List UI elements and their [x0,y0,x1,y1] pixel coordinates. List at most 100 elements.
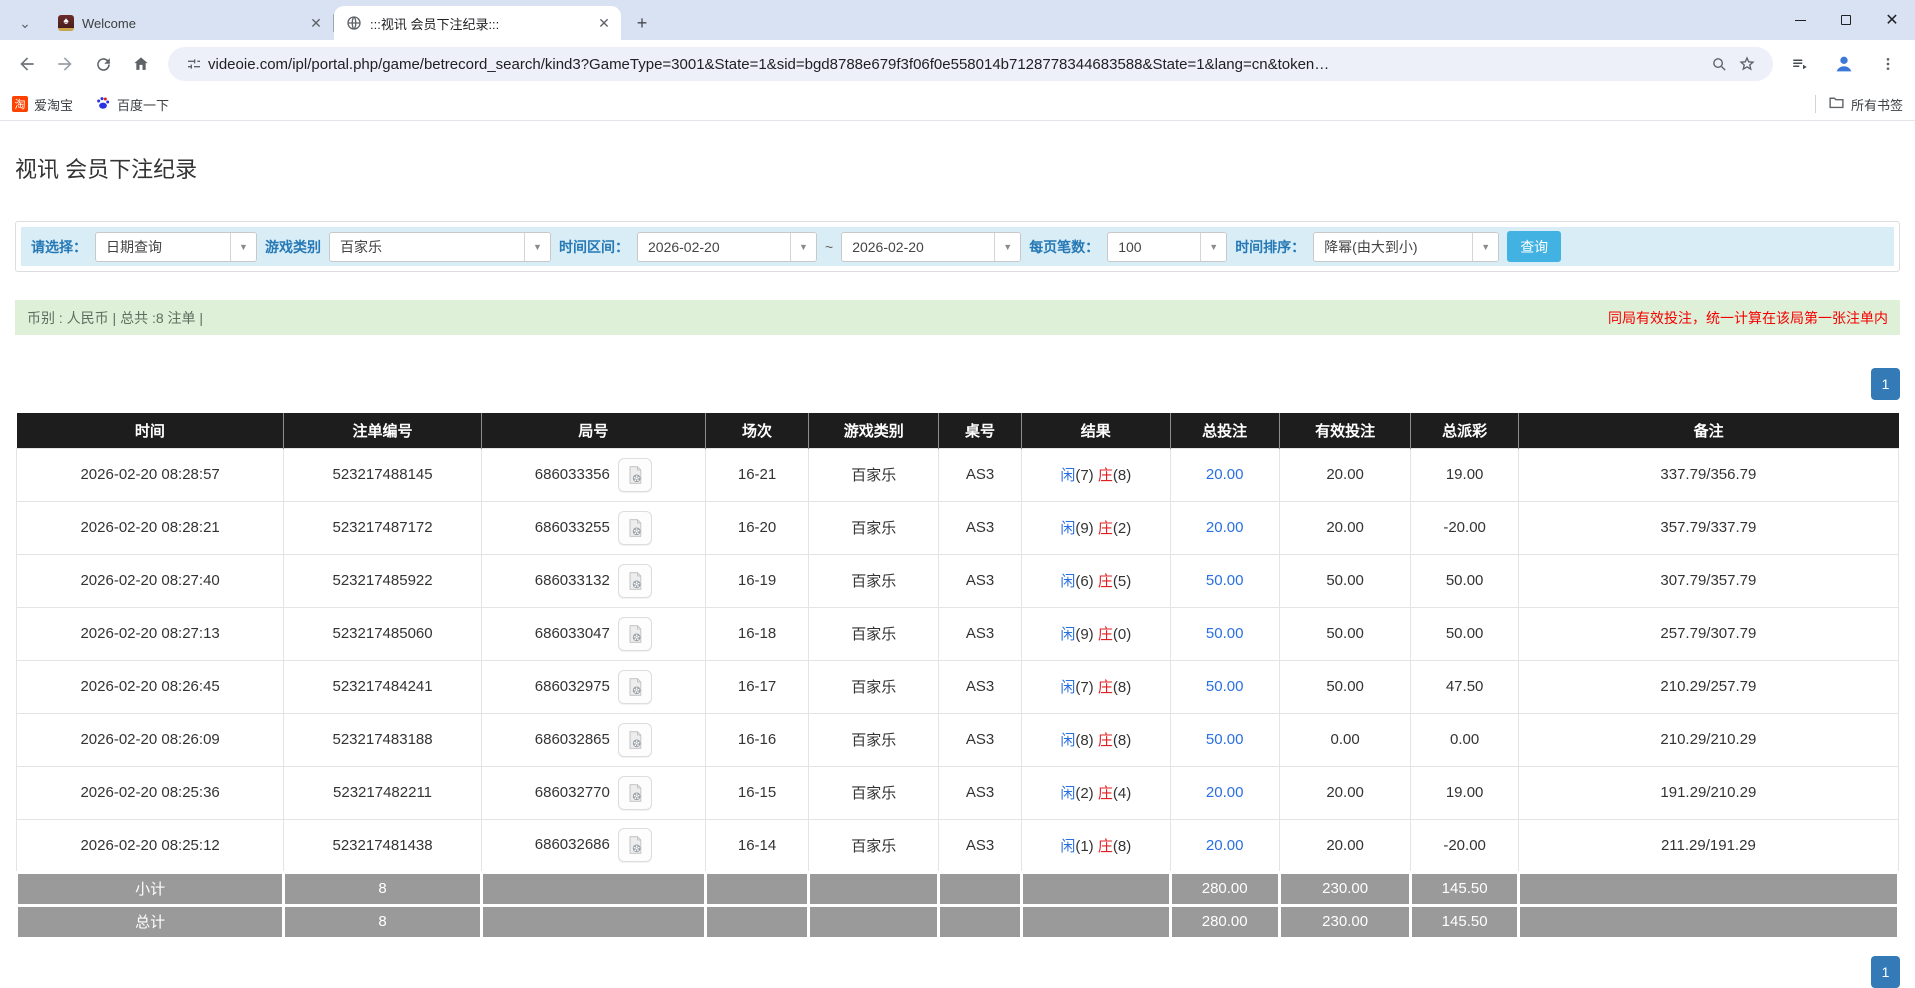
cell-note: 257.79/307.79 [1517,606,1900,661]
tab-betrecord[interactable]: :::视讯 会员下注纪录::: ✕ [334,6,621,40]
video-replay-icon[interactable] [617,510,652,545]
cell-bet-id: 523217482211 [283,765,482,820]
total-bet-link[interactable]: 20.00 [1206,466,1244,483]
close-tab-icon[interactable]: ✕ [595,14,613,32]
close-window-button[interactable]: ✕ [1869,0,1915,40]
round-id-text: 686033255 [534,518,610,536]
cell-time: 2026-02-20 08:27:40 [15,553,285,608]
cell-result: 闲(9) 庄(2) [1020,500,1171,555]
cell-valid-bet: 20.00 [1278,765,1412,820]
cell-valid-bet: 50.00 [1278,606,1412,661]
per-page-select[interactable]: 100 ▼ [1107,231,1228,262]
video-replay-icon[interactable] [617,616,652,651]
total-bet-link[interactable]: 50.00 [1206,678,1244,695]
total-bet-link[interactable]: 50.00 [1206,731,1244,748]
total-bet-link[interactable]: 20.00 [1206,784,1244,801]
column-header: 总投注 [1170,413,1280,448]
tab-title: :::视讯 会员下注纪录::: [370,16,500,32]
menu-kebab-icon[interactable] [1869,45,1907,83]
video-replay-icon[interactable] [617,775,652,810]
page-1-button[interactable]: 1 [1871,955,1900,988]
video-replay-icon[interactable] [617,457,652,492]
date-from-select[interactable]: 2026-02-20 ▼ [637,231,817,262]
table-row: 2026-02-20 08:26:09 523217483188 686032865… [15,712,1900,767]
video-replay-icon[interactable] [617,722,652,757]
cell-valid-bet: 50.00 [1278,659,1412,714]
cell-time: 2026-02-20 08:28:21 [15,500,285,555]
baidu-paw-icon [95,95,111,114]
total-empty [937,870,1023,907]
per-page-label: 每页笔数： [1029,238,1100,255]
sort-select[interactable]: 降幂(由大到小) ▼ [1313,231,1500,262]
refresh-icon[interactable] [84,45,122,83]
cell-session: 16-14 [704,818,810,873]
cell-note: 307.79/357.79 [1517,553,1900,608]
tab-search-chevron-icon[interactable]: ⌄ [10,8,40,38]
total-bet-link[interactable]: 20.00 [1206,519,1244,536]
cell-table-no: AS3 [938,500,1022,555]
home-icon[interactable] [122,45,160,83]
video-replay-icon[interactable] [617,828,652,862]
cell-game-type: 百家乐 [808,818,940,873]
new-tab-button[interactable]: + [629,10,655,36]
total-bet-link[interactable]: 50.00 [1206,572,1244,589]
game-type-select[interactable]: 百家乐 ▼ [329,231,551,262]
page-1-button[interactable]: 1 [1871,368,1900,400]
site-settings-tune-icon[interactable] [180,50,208,78]
total-empty [1516,903,1901,940]
address-bar[interactable]: videoie.com/ipl/portal.php/game/betrecor… [168,47,1773,81]
chevron-down-icon: ▼ [994,232,1021,261]
bookmark-aitaobao[interactable]: 淘 爱淘宝 [12,95,73,114]
media-controls-icon[interactable] [1781,45,1819,83]
bookmarks-bar: 淘 爱淘宝 百度一下 所有书签 [0,88,1915,121]
result-player: 闲 [1060,467,1076,484]
filter-panel: 请选择： 日期查询 ▼ 游戏类别 百家乐 ▼ 时间区间： 2026-02-20 … [15,221,1900,272]
bookmark-baidu[interactable]: 百度一下 [95,95,169,114]
column-header: 备注 [1518,413,1899,448]
cell-bet-id: 523217483188 [283,712,482,767]
video-replay-icon[interactable] [617,669,652,704]
result-player-points: (6) [1075,573,1094,590]
profile-avatar[interactable] [1825,45,1863,83]
cell-round-id: 686033356 [480,447,706,502]
cell-valid-bet: 20.00 [1278,818,1412,873]
total-bet-link[interactable]: 50.00 [1206,625,1244,642]
maximize-button[interactable] [1823,0,1869,40]
total-count: 8 [282,903,483,940]
cell-session: 16-18 [704,606,810,661]
search-button[interactable]: 查询 [1507,231,1562,262]
bookmark-star-icon[interactable] [1733,50,1761,78]
cell-total-bet: 20.00 [1169,447,1280,502]
back-icon[interactable] [8,45,46,83]
cell-table-no: AS3 [938,765,1022,820]
all-bookmarks-button[interactable]: 所有书签 [1828,94,1903,114]
result-banker: 庄 [1097,837,1113,855]
cell-time: 2026-02-20 08:25:12 [15,818,285,873]
url-text[interactable]: videoie.com/ipl/portal.php/game/betrecor… [208,56,1705,73]
cell-time: 2026-02-20 08:25:36 [15,765,285,820]
game-type-value: 百家乐 [340,238,382,255]
cell-result: 闲(7) 庄(8) [1020,447,1171,502]
cell-game-type: 百家乐 [808,712,940,767]
table-row: 2026-02-20 08:27:13 523217485060 686033047… [15,606,1900,661]
date-to-select[interactable]: 2026-02-20 ▼ [841,231,1022,262]
cell-payout: -20.00 [1410,818,1519,873]
query-type-select[interactable]: 日期查询 ▼ [95,231,257,262]
cell-total-bet: 50.00 [1169,553,1280,608]
forward-icon[interactable] [46,45,84,83]
cell-session: 16-17 [704,659,810,714]
column-header: 有效投注 [1279,413,1412,448]
result-banker-points: (8) [1112,467,1132,484]
cell-session: 16-21 [704,447,810,502]
zoom-magnifier-icon[interactable] [1705,50,1733,78]
total-bet-link[interactable]: 20.00 [1206,837,1244,854]
close-tab-icon[interactable]: ✕ [307,14,325,32]
page-content: 视讯 会员下注纪录 请选择： 日期查询 ▼ 游戏类别 百家乐 ▼ 时间区间： 2… [0,157,1915,988]
minimize-button[interactable] [1777,0,1823,40]
result-player: 闲 [1060,520,1076,537]
tab-welcome[interactable]: ♠ Welcome ✕ [46,6,333,40]
table-row: 2026-02-20 08:25:12 523217481438 686032686… [15,818,1900,873]
column-header: 桌号 [938,413,1022,448]
video-replay-icon[interactable] [617,563,652,598]
cell-total-bet: 50.00 [1169,712,1280,767]
